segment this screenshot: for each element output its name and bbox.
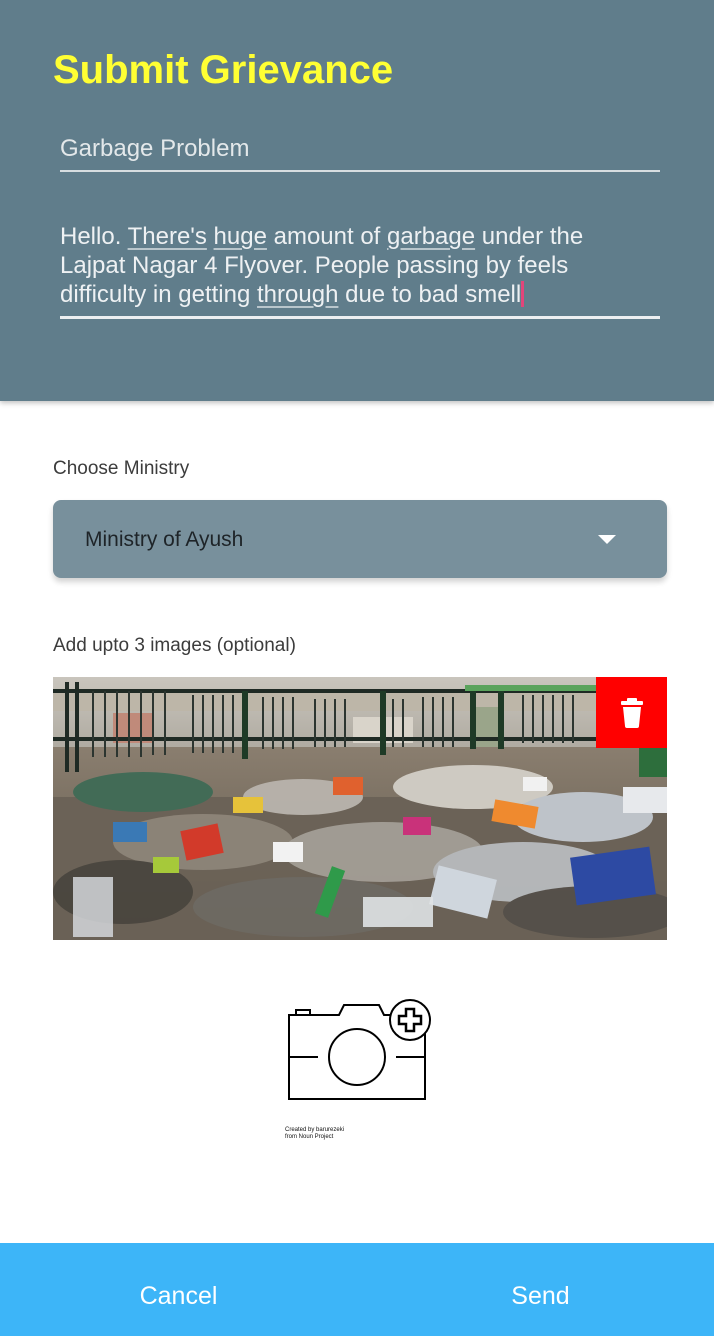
choose-ministry-label: Choose Ministry: [53, 458, 190, 479]
description-text-1: Hello.: [60, 223, 128, 250]
grievance-header: Submit Grievance Garbage Problem Hello. …: [0, 0, 714, 401]
page-title: Submit Grievance: [53, 48, 394, 92]
spell-underlined-word: garbage: [387, 223, 476, 250]
camera-plus-icon: [288, 999, 431, 1100]
icon-credit-line-2: from Noun Project: [285, 1134, 334, 1140]
ministry-dropdown[interactable]: Ministry of Ayush: [53, 500, 667, 578]
description-field[interactable]: Hello. There's huge amount of garbage un…: [60, 222, 660, 319]
dropdown-arrow-icon: [598, 535, 616, 544]
send-button[interactable]: Send: [362, 1243, 714, 1336]
delete-image-button[interactable]: [596, 677, 667, 748]
spell-underlined-word: huge: [213, 223, 267, 250]
add-image-button[interactable]: [283, 996, 433, 1106]
text-cursor: [521, 281, 525, 307]
subject-field[interactable]: Garbage Problem: [60, 130, 660, 172]
description-value: Hello. There's huge amount of garbage un…: [60, 222, 660, 309]
description-text-3: amount of: [266, 223, 388, 250]
description-text-5: due to bad smell: [338, 281, 522, 308]
subject-value: Garbage Problem: [60, 135, 250, 162]
description-text-2: [207, 223, 214, 250]
images-label: Add upto 3 images (optional): [53, 635, 296, 656]
attached-garbage-photo: [53, 677, 667, 940]
submit-grievance-screen: Submit Grievance Garbage Problem Hello. …: [0, 0, 714, 1336]
icon-credit-line-1: Created by barurezeki: [285, 1127, 345, 1133]
icon-credit: Created by barurezeki from Noun Project: [285, 1127, 344, 1141]
ministry-selected-value: Ministry of Ayush: [85, 528, 244, 551]
action-bar: Cancel Send: [0, 1243, 714, 1336]
trash-icon: [621, 698, 643, 728]
spell-underlined-word: There's: [127, 223, 207, 250]
spell-underlined-word: through: [257, 281, 339, 308]
garbage-photo-image: [53, 677, 667, 940]
cancel-button[interactable]: Cancel: [0, 1243, 357, 1336]
